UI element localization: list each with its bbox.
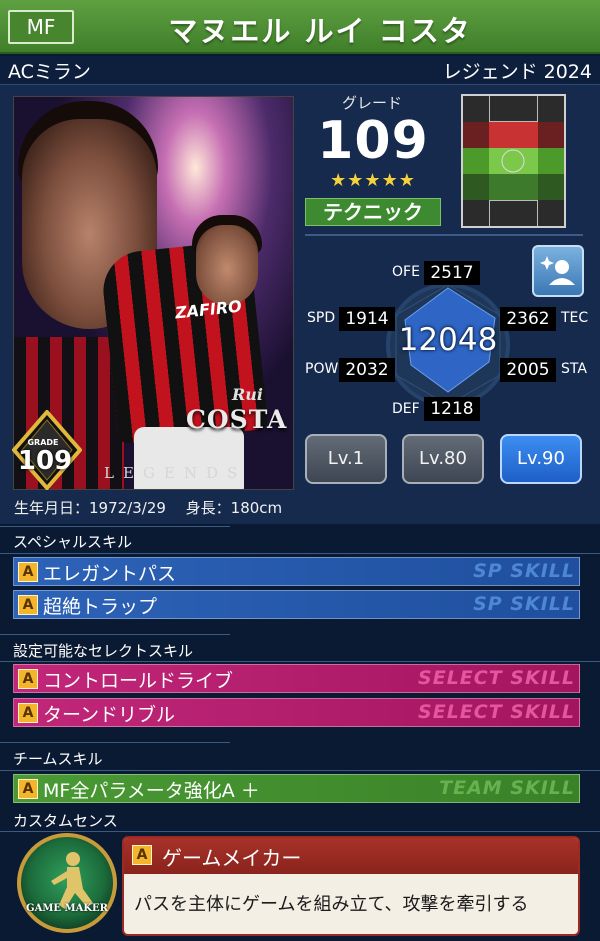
player-name: マヌエル ルイ コスタ [168,14,472,48]
grade-value: 109 [317,111,429,171]
rank-a-icon: A [18,562,38,582]
rarity-stars: ★★★★★ [330,170,416,191]
sub-header: ACミラン レジェンド 2024 [0,56,600,84]
rank-a-icon: A [132,845,152,865]
level-90-button[interactable]: Lv.90 [500,434,582,484]
player-type-badge: テクニック [305,198,441,226]
position-map [461,94,566,228]
player-profile: 生年月日：1972/3/29 身長：180cm [14,499,283,517]
emblem-label: GAME MAKER [26,903,108,914]
soccer-player-icon [51,852,93,909]
stat-value-spd: 1914 [339,307,395,331]
stat-label-def: DEF [392,401,420,417]
team-skill-title: チームスキル [13,750,103,768]
stat-label-ofe: OFE [392,264,420,280]
grade-caption: グレード [341,94,402,112]
sp-skill-title: スペシャルスキル [13,533,132,551]
stat-label-sta: STA [561,361,587,377]
sp-skill-tag: SP SKILL [473,560,575,582]
total-power: 12048 [398,322,498,358]
stat-label-tec: TEC [561,310,589,326]
level-80-button[interactable]: Lv.80 [402,434,484,484]
position-badge: MF [8,10,74,44]
card-last-name: COSTA [186,405,288,434]
rank-a-icon: A [18,669,38,689]
card-series-label: LEGENDS [104,464,247,482]
stat-label-pow: POW [305,361,339,377]
stat-value-ofe: 2517 [424,261,480,285]
stat-value-pow: 2032 [339,358,395,382]
sp-skill-row[interactable]: A エレガントパス SP SKILL [13,557,580,586]
game-maker-emblem[interactable]: GAME MAKER [17,833,117,933]
select-skill-row[interactable]: A ターンドリブル SELECT SKILL [13,698,580,727]
rank-a-icon: A [18,595,38,615]
sp-skill-row[interactable]: A 超絶トラップ SP SKILL [13,590,580,619]
sp-skill-tag: SP SKILL [473,593,575,615]
select-skill-tag: SELECT SKILL [418,701,575,723]
stat-value-sta: 2005 [500,358,556,382]
rank-a-icon: A [18,703,38,723]
team-skill-row[interactable]: A MF全パラメータ強化A ＋ TEAM SKILL [13,774,580,803]
custom-sense-title: カスタムセンス [13,812,118,830]
custom-sense-card[interactable]: A ゲームメイカー パスを主体にゲームを組み立て、攻撃を牽引する [122,836,580,936]
select-skill-tag: SELECT SKILL [418,667,575,689]
stat-label-spd: SPD [307,310,336,326]
rank-a-icon: A [18,779,38,799]
stat-value-def: 1218 [424,397,480,421]
card-first-name: Rui [232,385,264,404]
divider [305,234,583,236]
custom-sense-description: パスを主体にゲームを組み立て、攻撃を牽引する [134,894,529,915]
club-name: ACミラン [8,61,91,83]
stat-value-tec: 2362 [500,307,556,331]
select-skill-title: 設定可能なセレクトスキル [13,642,194,660]
card-grade-emblem: GRADE 109 [11,408,83,492]
person-sparkle-icon [540,256,575,285]
select-skill-row[interactable]: A コントロールドライブ SELECT SKILL [13,664,580,693]
header-bar: MF マヌエル ルイ コスタ [0,0,600,54]
level-1-button[interactable]: Lv.1 [305,434,387,484]
team-skill-tag: TEAM SKILL [439,777,575,799]
edition-label: レジェンド 2024 [442,61,592,83]
custom-sense-name: ゲームメイカー [162,846,302,870]
share-card-button[interactable] [532,245,584,297]
